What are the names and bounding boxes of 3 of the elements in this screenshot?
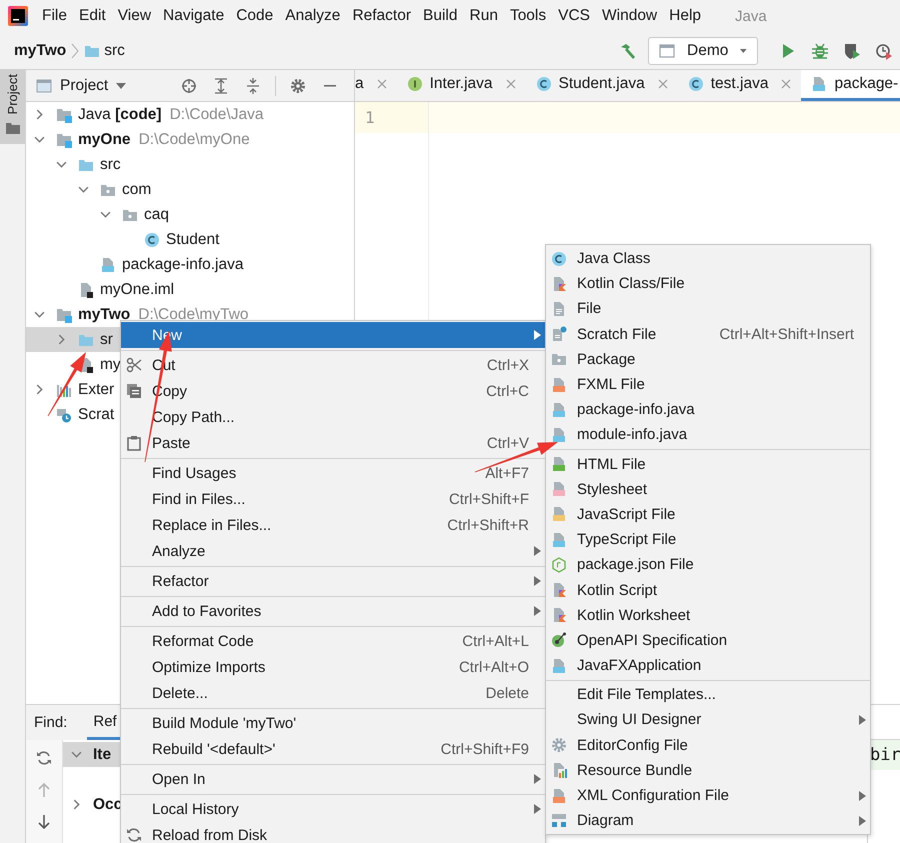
find-label: Find: — [34, 713, 68, 733]
line-number: 1 — [365, 108, 375, 127]
window-title: Java — [735, 8, 767, 24]
